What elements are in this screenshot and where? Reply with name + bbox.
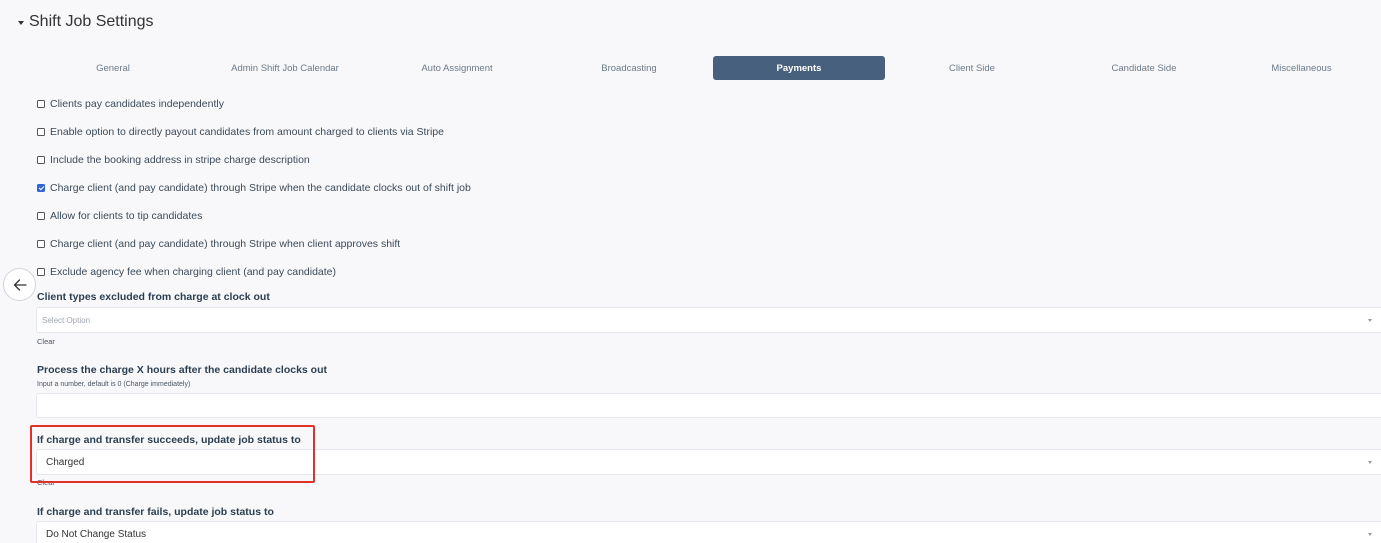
checkbox[interactable] [37,128,45,136]
fail-status-select[interactable]: Do Not Change Status [36,521,1381,543]
tab-payments[interactable]: Payments [713,56,885,80]
caret-down-icon[interactable] [18,21,24,25]
tab-miscellaneous[interactable]: Miscellaneous [1231,56,1372,80]
checkbox[interactable] [37,156,45,164]
tab-candidate-side[interactable]: Candidate Side [1059,56,1229,80]
checkbox-direct-payout-stripe[interactable]: Enable option to directly payout candida… [37,118,471,146]
settings-page: Shift Job Settings General Admin Shift J… [0,0,1381,543]
checkbox-label: Exclude agency fee when charging client … [50,266,337,278]
tab-general[interactable]: General [28,56,198,80]
checkbox[interactable] [37,268,45,276]
checkbox[interactable] [37,100,45,108]
tab-broadcasting[interactable]: Broadcasting [544,56,714,80]
fail-status-label: If charge and transfer fails, update job… [37,506,274,518]
back-button[interactable] [3,268,36,301]
arrow-left-icon [13,278,27,291]
checkbox[interactable] [37,212,45,220]
checkbox-charge-on-approval[interactable]: Charge client (and pay candidate) throug… [37,230,471,258]
chevron-down-icon [1368,461,1372,464]
checkbox-label: Charge client (and pay candidate) throug… [50,182,471,194]
select-placeholder: Select Option [42,315,91,325]
tab-admin-shift-job-calendar[interactable]: Admin Shift Job Calendar [200,56,370,80]
chevron-down-icon [1368,533,1372,536]
checkbox-clients-pay-independently[interactable]: Clients pay candidates independently [37,90,471,118]
clear-client-types-link[interactable]: Clear [37,337,55,346]
payment-options: Clients pay candidates independently Ena… [37,90,471,286]
checkbox-label: Allow for clients to tip candidates [50,210,203,222]
select-value: Do Not Change Status [46,528,147,540]
client-types-select[interactable]: Select Option [36,307,1381,333]
highlight-box [30,425,315,483]
checkbox-exclude-agency-fee[interactable]: Exclude agency fee when charging client … [37,258,471,286]
client-types-label: Client types excluded from charge at clo… [37,291,270,303]
checkbox-label: Charge client (and pay candidate) throug… [50,238,401,250]
checkbox-label: Enable option to directly payout candida… [50,126,444,138]
section-header[interactable]: Shift Job Settings [18,13,154,31]
settings-tabs: General Admin Shift Job Calendar Auto As… [28,56,1372,80]
section-title: Shift Job Settings [29,13,154,30]
process-delay-label: Process the charge X hours after the can… [37,364,328,376]
tab-auto-assignment[interactable]: Auto Assignment [372,56,542,80]
checkbox-allow-tips[interactable]: Allow for clients to tip candidates [37,202,471,230]
tab-client-side[interactable]: Client Side [887,56,1057,80]
checkbox-include-booking-address[interactable]: Include the booking address in stripe ch… [37,146,471,174]
process-delay-input[interactable] [36,393,1381,418]
checkbox-charge-on-clock-out[interactable]: Charge client (and pay candidate) throug… [37,174,471,202]
chevron-down-icon [1368,319,1372,322]
checkbox[interactable] [37,240,45,248]
checkbox-label: Include the booking address in stripe ch… [50,154,310,166]
checkbox-checked[interactable] [37,184,45,192]
checkbox-label: Clients pay candidates independently [50,98,224,110]
process-delay-hint: Input a number, default is 0 (Charge imm… [37,381,191,388]
